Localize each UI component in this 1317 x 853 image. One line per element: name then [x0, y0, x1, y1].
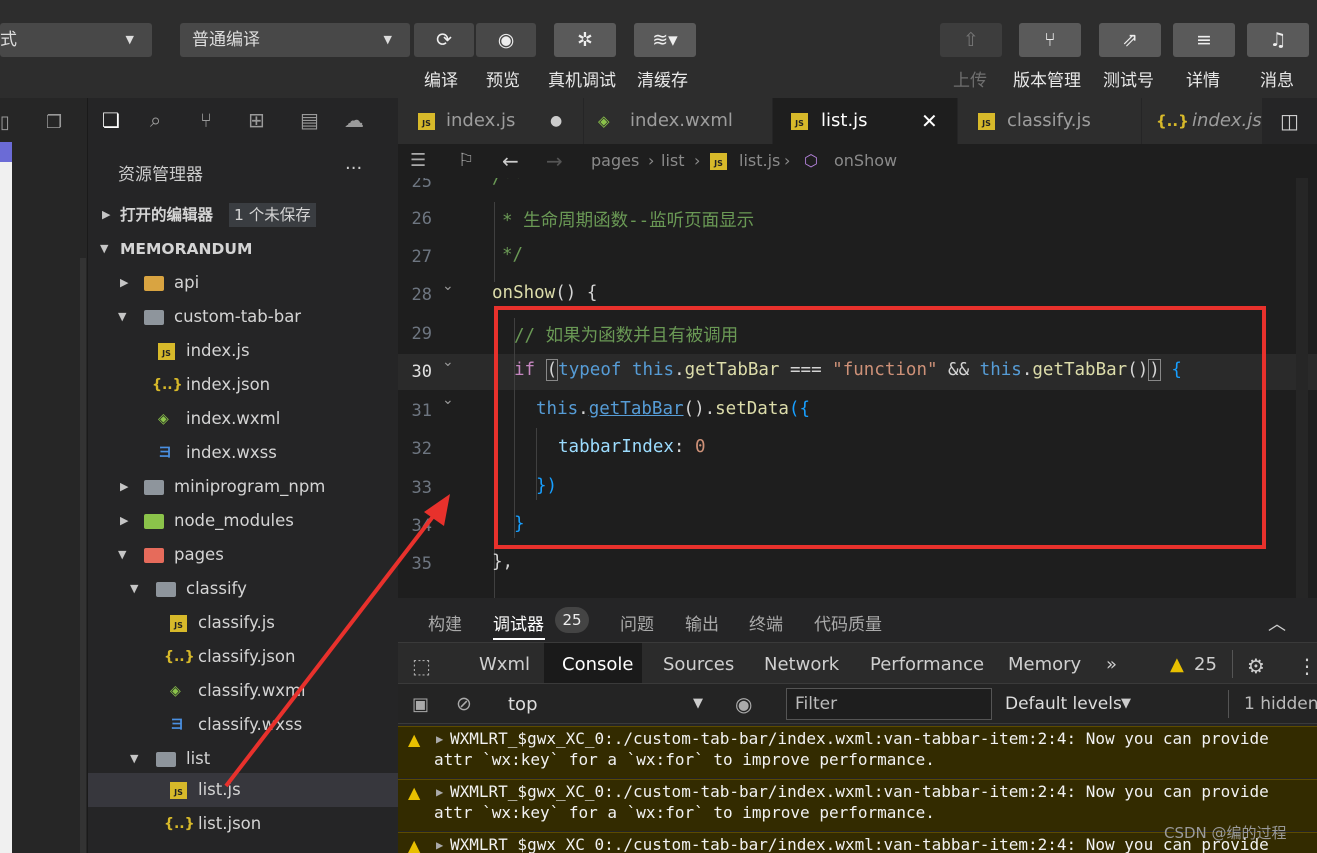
watermark: CSDN @编的过程 — [1164, 824, 1287, 842]
annotation-arrow — [224, 494, 450, 788]
